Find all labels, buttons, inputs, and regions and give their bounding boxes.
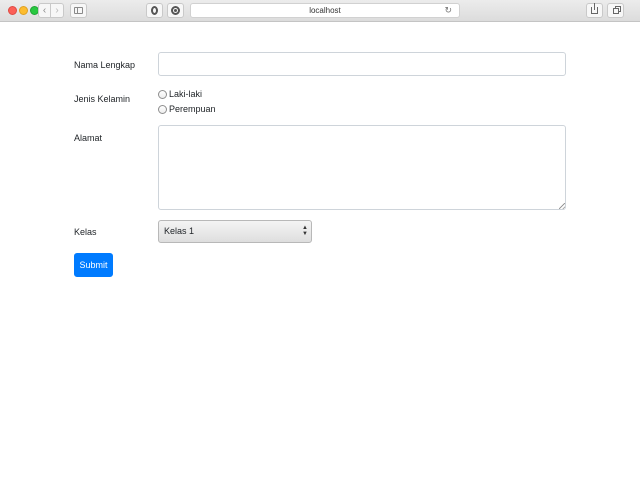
name-input[interactable] [158,52,566,76]
radio-option-female[interactable]: Perempuan [158,103,216,115]
opera-icon [151,6,158,15]
share-button[interactable] [586,3,603,18]
gender-label: Jenis Kelamin [74,94,131,104]
reload-icon[interactable]: ↻ [444,4,452,17]
class-label: Kelas [74,227,97,237]
radio-female[interactable] [158,104,167,114]
opera-extension-button[interactable] [146,3,163,18]
forward-button[interactable]: › [51,3,64,18]
extension-button[interactable] [167,3,184,18]
class-select-value: Kelas 1 [164,226,195,236]
resize-grip[interactable] [558,202,566,210]
minimize-window-icon[interactable] [19,6,28,15]
address-label: Alamat [74,133,103,143]
radio-female-label: Perempuan [169,104,216,114]
address-textarea[interactable] [158,125,566,210]
name-label: Nama Lengkap [74,60,136,70]
share-icon [591,3,598,14]
close-window-icon[interactable] [8,6,17,15]
chevron-right-icon: › [55,5,59,16]
class-select[interactable]: Kelas 1 ▲ ▼ [158,220,312,243]
sidebar-icon [74,7,83,14]
extension-icon [171,6,180,15]
browser-toolbar: ‹ › localhost ↻ [0,0,640,22]
radio-option-male[interactable]: Laki-laki [158,88,202,100]
tabs-button[interactable] [607,3,624,18]
tabs-icon [613,8,619,14]
submit-button[interactable]: Submit [74,253,113,277]
chevron-left-icon: ‹ [42,5,47,16]
radio-male-label: Laki-laki [169,89,203,99]
resize-grip-icon [559,203,565,209]
radio-male[interactable] [158,89,167,99]
sidebar-button[interactable] [70,3,87,18]
address-text: localhost [309,6,341,15]
updown-arrows-icon: ▲ ▼ [302,225,308,237]
back-button[interactable]: ‹ [38,3,51,18]
address-bar[interactable]: localhost ↻ [190,3,460,18]
